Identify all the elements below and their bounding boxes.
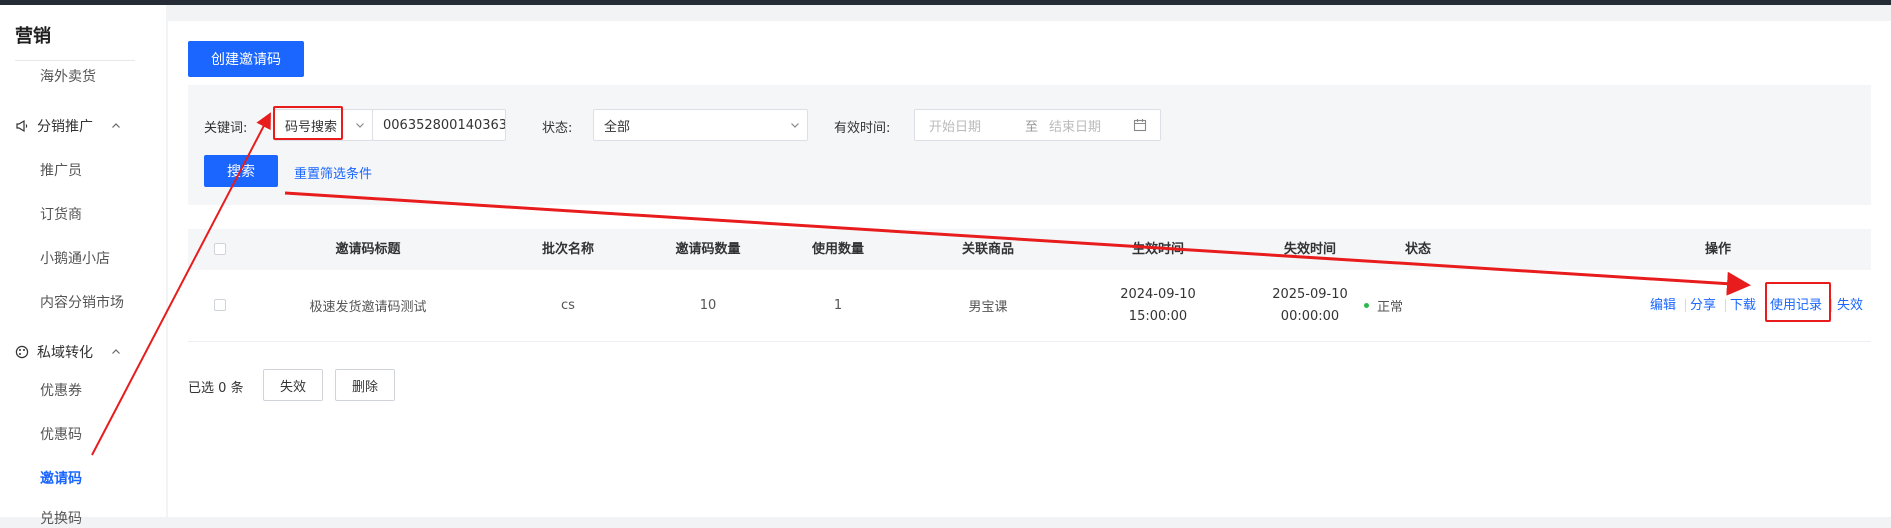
sidebar-group-distribution[interactable]: 分销推广 — [15, 116, 129, 136]
search-type-select[interactable]: 码号搜索 — [274, 109, 373, 141]
keyword-value: 006352800140363 — [383, 117, 506, 133]
sidebar-group-label: 分销推广 — [37, 119, 93, 135]
sidebar-group-label: 私域转化 — [37, 345, 93, 361]
table-header: 邀请码标题 批次名称 邀请码数量 使用数量 关联商品 生效时间 失效时间 状态 … — [188, 229, 1871, 270]
action-separator — [1765, 299, 1766, 312]
sidebar-item-distributor[interactable]: 订货商 — [40, 204, 82, 224]
main-content: 创建邀请码 关键词: 码号搜索 006352800140363 状态: 全部 有… — [168, 21, 1891, 517]
calendar-icon — [1133, 119, 1147, 132]
megaphone-icon — [16, 119, 28, 133]
download-action[interactable]: 下载 — [1730, 270, 1756, 341]
start-date-placeholder: 开始日期 — [929, 119, 982, 135]
valid-time-label: 有效时间: — [834, 121, 891, 136]
start-time: 15:00:00 — [1128, 308, 1188, 324]
sidebar-item-coupon[interactable]: 优惠券 — [40, 380, 82, 400]
status-select[interactable]: 全部 — [593, 109, 808, 141]
column-header-title: 邀请码标题 — [335, 242, 401, 257]
edit-action[interactable]: 编辑 — [1650, 270, 1676, 341]
share-action[interactable]: 分享 — [1690, 270, 1716, 341]
usage-record-action[interactable]: 使用记录 — [1770, 270, 1822, 341]
action-separator — [1831, 299, 1832, 312]
action-separator — [1725, 299, 1726, 312]
range-separator: 至 — [1025, 119, 1039, 135]
create-invite-code-button[interactable]: 创建邀请码 — [188, 41, 304, 77]
cell-batch: cs — [561, 298, 575, 313]
column-header-actions: 操作 — [1704, 242, 1731, 257]
selected-suffix: 条 — [230, 381, 244, 396]
select-all-checkbox[interactable] — [214, 243, 226, 255]
sidebar-item-redeem-code[interactable]: 兑换码 — [40, 508, 82, 528]
table-row: 极速发货邀请码测试 cs 10 1 男宝课 2024-09-10 15:00:0… — [188, 270, 1871, 342]
status-label: 状态: — [542, 121, 573, 136]
sidebar-item-coupon-code[interactable]: 优惠码 — [40, 424, 82, 444]
sidebar-item-content-market[interactable]: 内容分销市场 — [40, 292, 124, 312]
bulk-invalidate-button[interactable]: 失效 — [263, 369, 323, 401]
sidebar-item-promoter[interactable]: 推广员 — [40, 160, 82, 180]
reset-filters-link[interactable]: 重置筛选条件 — [294, 163, 372, 182]
start-date: 2024-09-10 — [1120, 286, 1196, 302]
status-select-value: 全部 — [604, 119, 631, 135]
end-time: 00:00:00 — [1280, 308, 1340, 324]
end-date: 2025-09-10 — [1272, 286, 1348, 302]
sidebar-title: 营销 — [15, 26, 51, 47]
status-text: 正常 — [1377, 300, 1404, 315]
cell-status: 正常 — [1364, 270, 1444, 341]
chevron-down-icon — [356, 123, 364, 128]
sidebar-divider — [15, 60, 135, 61]
invalidate-action[interactable]: 失效 — [1837, 270, 1863, 341]
sidebar-item-invite-code[interactable]: 邀请码 — [40, 468, 82, 488]
column-header-status: 状态 — [1404, 242, 1431, 257]
column-header-batch: 批次名称 — [541, 242, 594, 257]
search-button[interactable]: 搜索 — [204, 155, 278, 187]
chevron-up-icon — [112, 349, 120, 354]
keyword-input[interactable]: 006352800140363 — [372, 109, 506, 141]
sidebar-item-overseas[interactable]: 海外卖货 — [40, 66, 96, 86]
chevron-down-icon — [791, 123, 799, 128]
palette-icon — [15, 345, 29, 359]
status-dot — [1364, 303, 1369, 308]
action-separator — [1685, 299, 1686, 312]
end-date-placeholder: 结束日期 — [1049, 119, 1102, 135]
bulk-delete-button[interactable]: 删除 — [335, 369, 395, 401]
selected-count-text: 已选 0 条 — [188, 377, 244, 396]
sidebar-group-private-domain[interactable]: 私域转化 — [15, 342, 129, 362]
filter-panel: 关键词: 码号搜索 006352800140363 状态: 全部 有效时间: 开… — [188, 85, 1871, 205]
date-range-picker[interactable]: 开始日期 至 结束日期 — [914, 109, 1161, 141]
selected-count: 0 — [218, 381, 227, 396]
selected-prefix: 已选 — [188, 381, 215, 396]
search-type-value: 码号搜索 — [285, 119, 338, 135]
sidebar-item-xiaoetong-shop[interactable]: 小鹅通小店 — [40, 248, 110, 268]
top-bar — [0, 0, 1891, 5]
chevron-up-icon — [112, 123, 120, 128]
keyword-label: 关键词: — [204, 121, 248, 136]
sidebar: 营销 海外卖货 分销推广 推广员 订货商 小鹅通小店 内容分销市场 私域转化 优… — [0, 5, 166, 527]
row-checkbox[interactable] — [214, 299, 226, 311]
cell-title: 极速发货邀请码测试 — [309, 300, 427, 315]
